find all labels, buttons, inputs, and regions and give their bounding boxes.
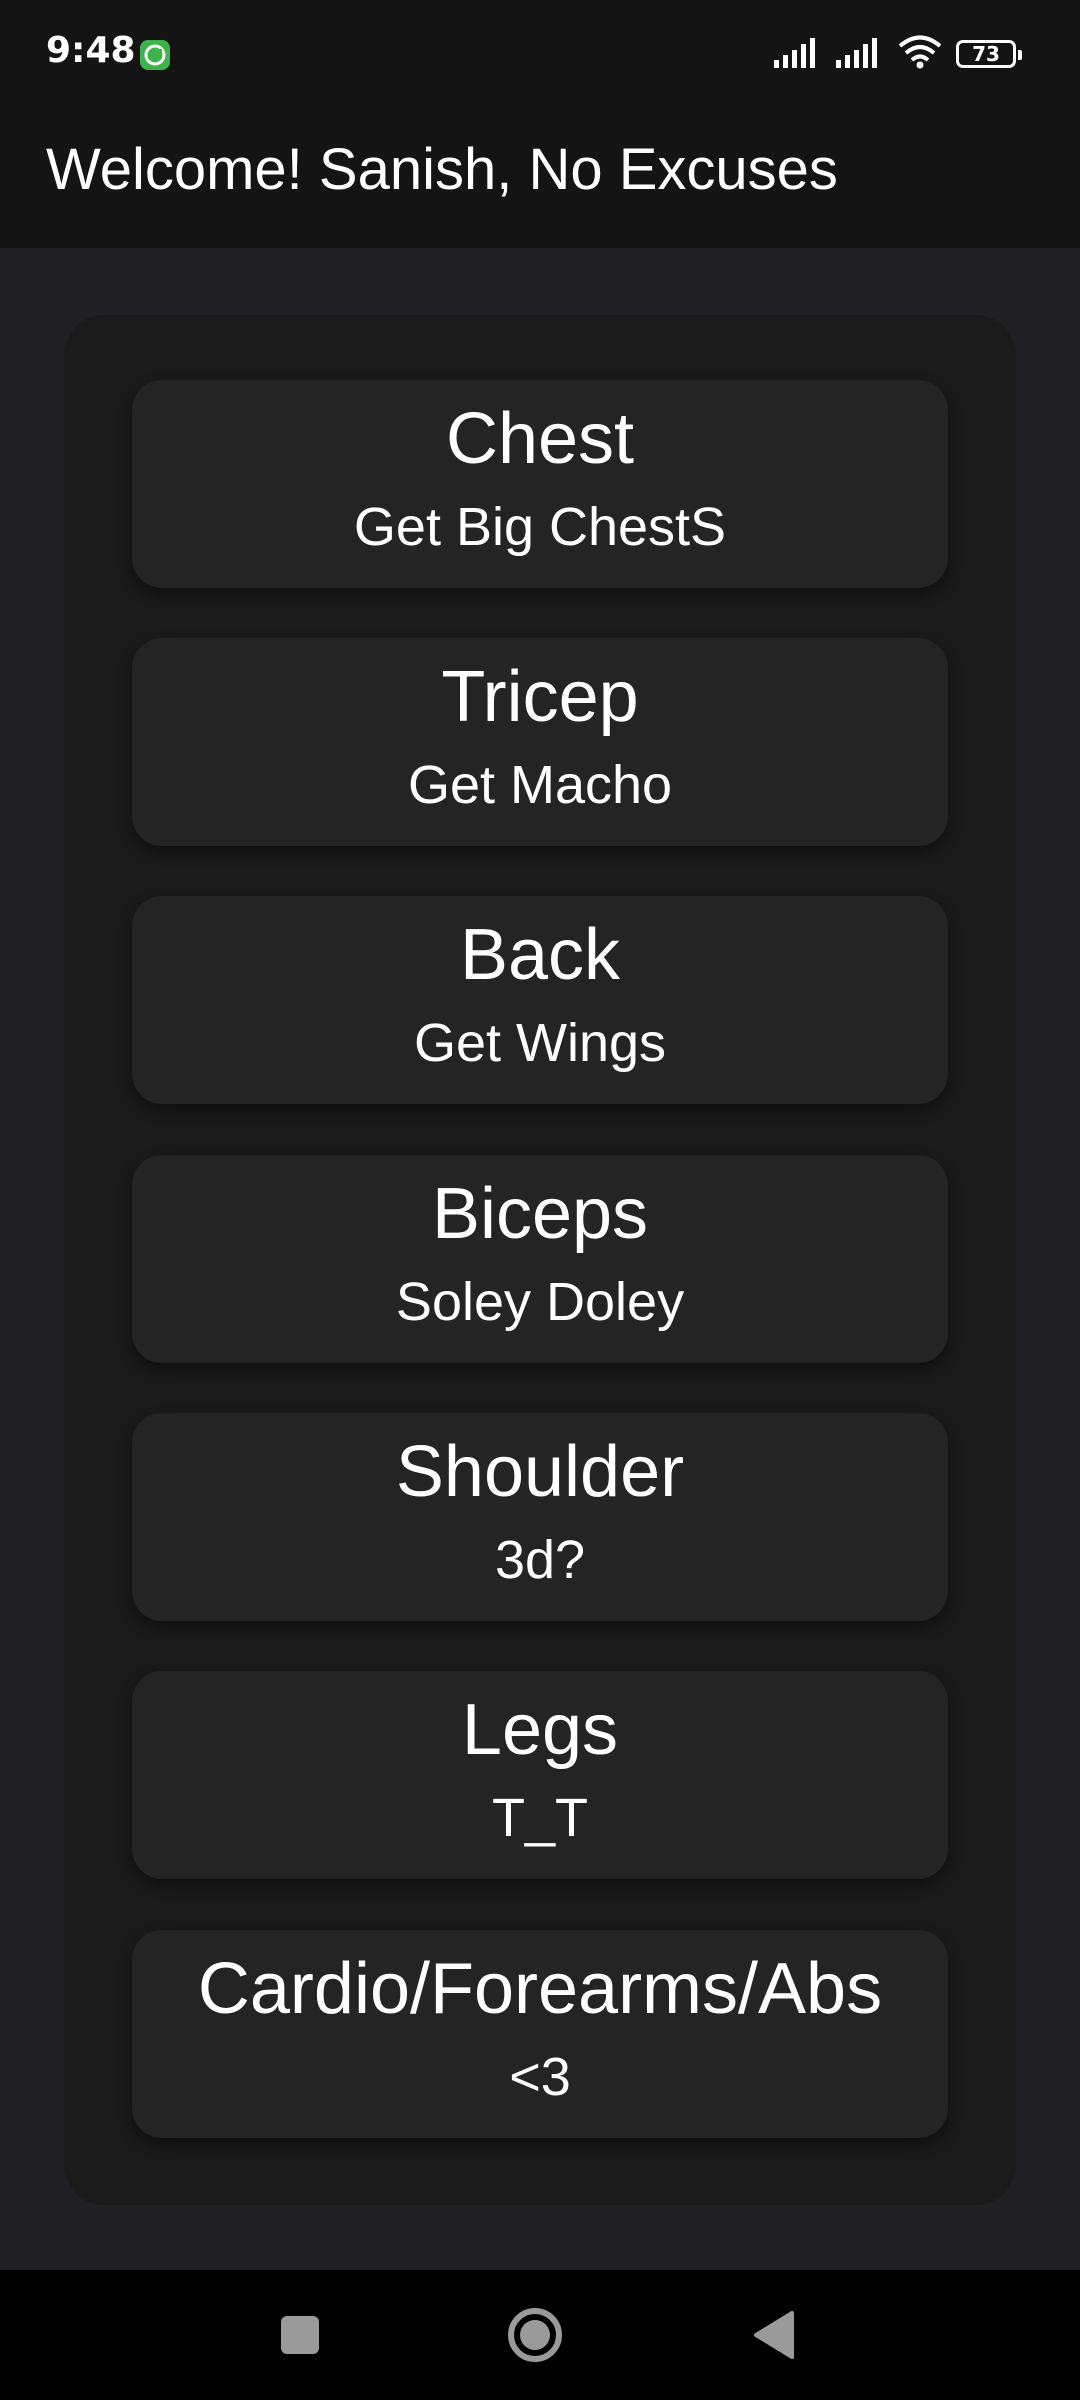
workout-card-tricep[interactable]: Tricep Get Macho <box>132 638 948 846</box>
status-icons: 73 <box>774 30 1022 78</box>
workout-card-biceps[interactable]: Biceps Soley Doley <box>132 1155 948 1363</box>
signal-icon <box>836 36 884 73</box>
recents-icon[interactable] <box>260 2300 340 2370</box>
back-icon[interactable] <box>733 2300 813 2370</box>
workout-title: Shoulder <box>395 1432 685 1512</box>
workout-subtitle: Get Macho <box>407 755 673 815</box>
workout-title: Cardio/Forearms/Abs <box>197 1949 883 2029</box>
workout-subtitle: Get Big ChestS <box>353 497 727 557</box>
workout-title: Back <box>459 915 621 995</box>
workout-title: Biceps <box>431 1174 649 1254</box>
battery-icon: 73 <box>956 40 1022 68</box>
status-bar: 9:48 73 <box>0 0 1080 108</box>
workout-subtitle: Soley Doley <box>395 1272 685 1332</box>
home-icon[interactable] <box>495 2300 575 2370</box>
status-time: 9:48 <box>46 30 136 71</box>
workout-title: Tricep <box>441 657 639 737</box>
workout-subtitle: Get Wings <box>413 1013 667 1073</box>
workout-title: Chest <box>445 399 635 479</box>
workout-card-cardio-forearms-abs[interactable]: Cardio/Forearms/Abs <3 <box>132 1930 948 2138</box>
workout-card-legs[interactable]: Legs T_T <box>132 1671 948 1879</box>
workout-title: Legs <box>461 1690 619 1770</box>
signal-icon <box>774 36 822 73</box>
page-title: Welcome! Sanish, No Excuses <box>46 137 838 202</box>
workout-subtitle: <3 <box>509 2047 571 2107</box>
wifi-icon <box>898 35 942 74</box>
workout-card-back[interactable]: Back Get Wings <box>132 896 948 1104</box>
workout-card-shoulder[interactable]: Shoulder 3d? <box>132 1413 948 1621</box>
workout-card-chest[interactable]: Chest Get Big ChestS <box>132 380 948 588</box>
navigation-bar <box>0 2270 1080 2400</box>
app-notification-icon <box>140 40 170 70</box>
workout-subtitle: 3d? <box>494 1530 586 1590</box>
workout-subtitle: T_T <box>491 1788 588 1848</box>
app-bar: Welcome! Sanish, No Excuses <box>0 108 1080 248</box>
